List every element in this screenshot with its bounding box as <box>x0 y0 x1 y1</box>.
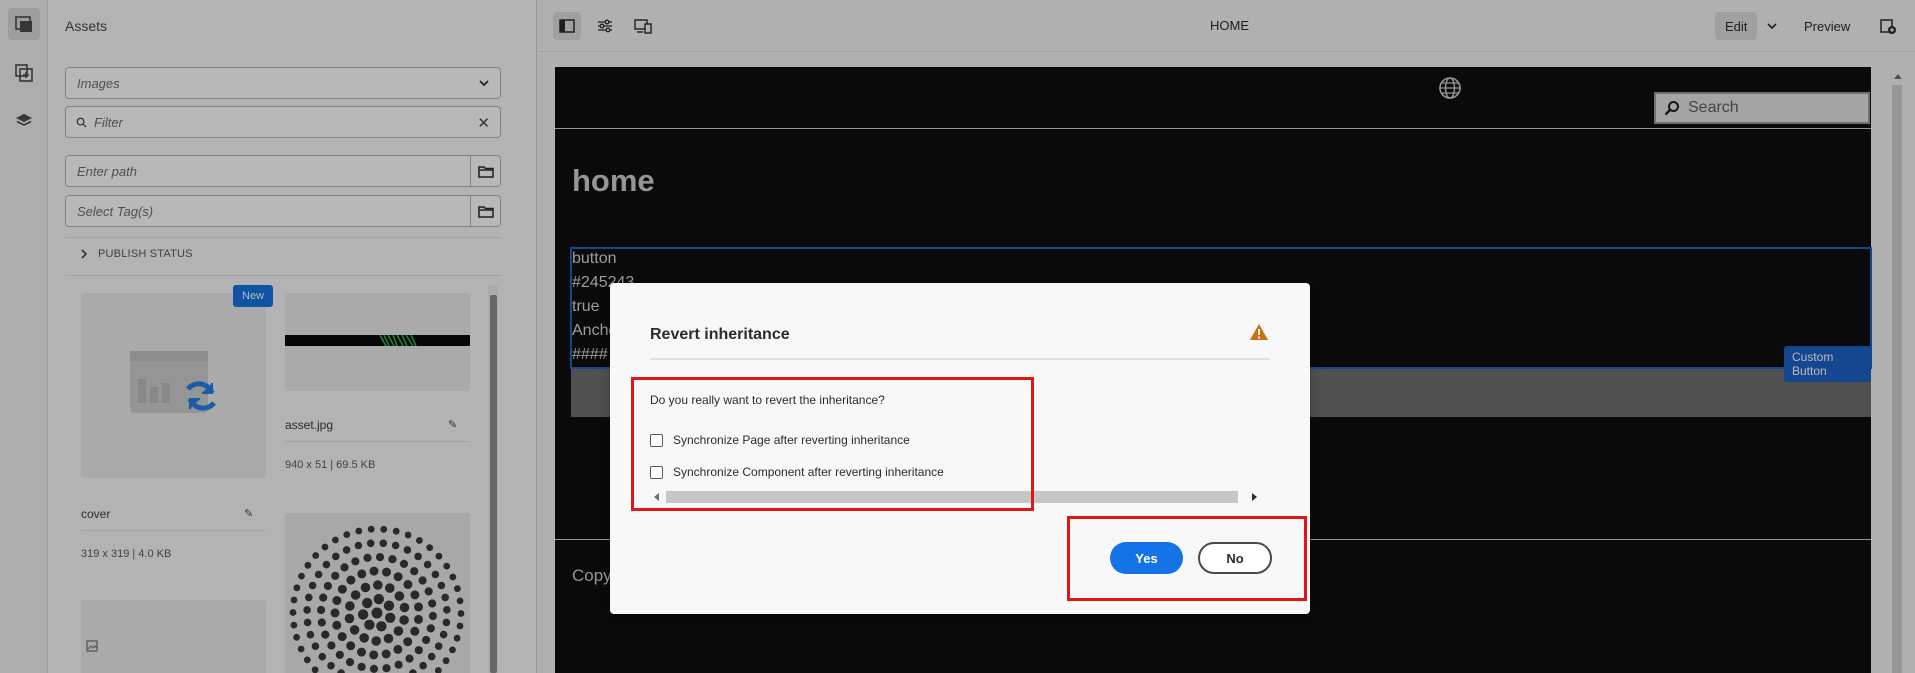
annotation-highlight-buttons <box>1067 516 1307 601</box>
arrow-right-icon[interactable] <box>1251 493 1257 501</box>
warning-icon <box>1250 324 1268 340</box>
dialog-divider <box>650 358 1270 360</box>
dialog-title: Revert inheritance <box>650 326 790 343</box>
annotation-highlight-options <box>631 377 1034 511</box>
